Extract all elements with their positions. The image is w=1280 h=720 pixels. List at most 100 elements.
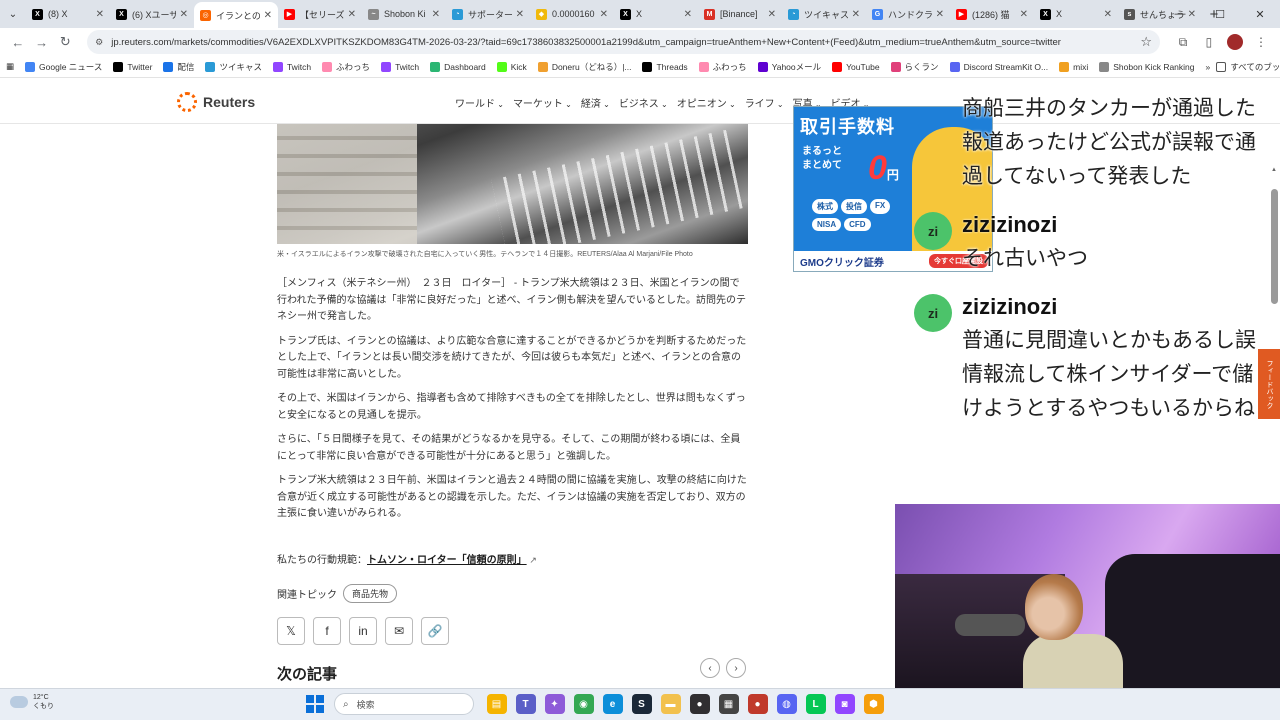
close-tab-icon[interactable]: ✕: [1104, 9, 1112, 20]
browser-tab[interactable]: X X ✕: [1034, 2, 1118, 26]
obs-icon[interactable]: ●: [689, 694, 710, 714]
close-tab-icon[interactable]: ✕: [852, 9, 860, 20]
close-tab-icon[interactable]: ✕: [96, 9, 104, 20]
tab-search-icon[interactable]: ⌄: [0, 1, 26, 27]
prev-arrow-icon[interactable]: ‹: [700, 658, 720, 678]
share-email-icon[interactable]: ✉: [385, 617, 413, 645]
bookmark-item[interactable]: Twitch: [272, 61, 311, 72]
bookmark-item[interactable]: Threads: [642, 61, 688, 72]
page-scrollbar[interactable]: [1271, 189, 1278, 304]
bookmark-item[interactable]: mixi: [1059, 61, 1088, 72]
close-tab-icon[interactable]: ✕: [1020, 9, 1028, 20]
bookmark-item[interactable]: Shobon Kick Ranking: [1099, 61, 1195, 72]
maximize-icon[interactable]: ☐: [1200, 8, 1240, 21]
reuters-logo[interactable]: Reuters: [177, 92, 255, 112]
bookmark-item[interactable]: Twitch: [381, 61, 419, 72]
trust-principles-link[interactable]: トムソン・ロイター「信頼の原則」: [367, 555, 527, 566]
chrome-icon[interactable]: ◉: [573, 694, 594, 714]
line-icon[interactable]: L: [805, 694, 826, 714]
copilot-icon[interactable]: ✦: [544, 694, 565, 714]
close-tab-icon[interactable]: ✕: [684, 9, 692, 20]
close-tab-icon[interactable]: ✕: [432, 9, 440, 20]
bookmark-item[interactable]: Discord StreamKit O...: [949, 61, 1048, 72]
nav-item[interactable]: ビジネス: [619, 95, 668, 110]
close-tab-icon[interactable]: ✕: [180, 9, 188, 20]
windows-start-icon[interactable]: [306, 695, 324, 713]
close-tab-icon[interactable]: ✕: [516, 9, 524, 20]
close-tab-icon[interactable]: ✕: [936, 9, 944, 20]
bookmark-item[interactable]: ふわっち: [698, 61, 747, 73]
bookmark-star-icon[interactable]: ☆: [1140, 34, 1152, 50]
teams-icon[interactable]: T: [515, 694, 536, 714]
close-tab-icon[interactable]: ✕: [348, 9, 356, 20]
share-x-icon[interactable]: 𝕏: [277, 617, 305, 645]
nav-item[interactable]: ライフ: [745, 95, 784, 110]
bookmark-item[interactable]: ツイキャス: [205, 61, 262, 73]
browser-tab[interactable]: ◔ サポーター ✕: [446, 2, 530, 26]
taskbar-search[interactable]: ⌕ 検索: [334, 693, 474, 715]
share-facebook-icon[interactable]: f: [313, 617, 341, 645]
bookmark-item[interactable]: Google ニュース: [25, 61, 102, 73]
reload-icon[interactable]: ↻: [53, 30, 77, 54]
browser-tab[interactable]: X X ✕: [614, 2, 698, 26]
bookmark-item[interactable]: YouTube: [832, 61, 880, 72]
bookmark-item[interactable]: らくラン: [890, 61, 939, 73]
nav-item[interactable]: オピニオン: [677, 95, 736, 110]
close-tab-icon[interactable]: ✕: [600, 9, 608, 20]
bookmark-item[interactable]: Dashboard: [430, 61, 486, 72]
bookmark-item[interactable]: Kick: [496, 61, 527, 72]
bookmark-favicon-icon: [832, 61, 843, 72]
browser-tab[interactable]: ▶ 【セリーズブー ✕: [278, 2, 362, 26]
scroll-up-icon[interactable]: ▲: [1271, 167, 1277, 173]
topic-chip[interactable]: 商品先物: [343, 584, 398, 603]
browser-tab[interactable]: ~ Shobon Ki ✕: [362, 2, 446, 26]
all-bookmarks-button[interactable]: すべてのブックマーク: [1216, 61, 1280, 73]
site-info-icon[interactable]: ⚙: [95, 37, 103, 48]
edge-icon[interactable]: e: [602, 694, 623, 714]
discord-icon[interactable]: ◍: [776, 694, 797, 714]
next-arrow-icon[interactable]: ›: [726, 658, 746, 678]
record-icon[interactable]: ●: [747, 694, 768, 714]
apps-grid-icon[interactable]: ▦: [6, 61, 14, 72]
weather-widget[interactable]: 12°C くもり: [10, 693, 54, 711]
close-tab-icon[interactable]: ✕: [768, 9, 776, 20]
copy-link-icon[interactable]: 🔗: [421, 617, 449, 645]
file-explorer-icon[interactable]: ▤: [486, 694, 507, 714]
close-tab-icon[interactable]: ✕: [264, 10, 272, 21]
calculator-icon[interactable]: ▦: [718, 694, 739, 714]
bookmarks-more-button[interactable]: »: [1206, 62, 1211, 72]
extensions-icon[interactable]: ⧉: [1170, 35, 1196, 50]
bookmark-item[interactable]: ふわっち: [322, 61, 370, 73]
close-window-icon[interactable]: ✕: [1240, 8, 1280, 21]
article-paragraph: トランプ氏は、イランとの協議は、より広範な合意に達することができるかどうかを判断…: [277, 335, 747, 380]
back-icon[interactable]: ←: [6, 30, 30, 54]
bookmark-item[interactable]: Doneru（どねる）|...: [537, 61, 631, 73]
folder-icon[interactable]: ▬: [660, 694, 681, 714]
app-icon[interactable]: ⬢: [863, 694, 884, 714]
bookmark-item[interactable]: Yahooメール: [757, 61, 821, 73]
browser-tab[interactable]: ◆ 0.0000160 ✕: [530, 2, 614, 26]
nav-item[interactable]: ワールド: [455, 95, 504, 110]
browser-tab[interactable]: X (6) Xユーザー ✕: [110, 2, 194, 26]
bookmark-item[interactable]: 配信: [163, 61, 194, 73]
browser-tab[interactable]: ◔ ツイキャス ✕: [782, 2, 866, 26]
browser-tab[interactable]: G ハンドクラッ ✕: [866, 2, 950, 26]
photo-caption: 米・イスラエルによるイラン攻撃で破壊された自宅に入っていく男性。テヘランで１４日…: [277, 251, 693, 258]
browser-tab[interactable]: ▶ (1286) 猫 ✕: [950, 2, 1034, 26]
browser-tab[interactable]: ◎ イランとの交 ✕: [194, 2, 278, 28]
browser-tab[interactable]: X (8) X ✕: [26, 2, 110, 26]
address-bar[interactable]: ⚙ jp.reuters.com/markets/commodities/V6A…: [87, 30, 1160, 54]
share-linkedin-icon[interactable]: in: [349, 617, 377, 645]
bookmark-item[interactable]: Twitter: [113, 61, 152, 72]
minimize-icon[interactable]: —: [1160, 8, 1200, 20]
url-text[interactable]: jp.reuters.com/markets/commodities/V6A2E…: [111, 37, 1134, 48]
nav-item[interactable]: マーケット: [513, 95, 572, 110]
menu-icon[interactable]: ⋮: [1248, 35, 1274, 49]
profile-avatar[interactable]: [1226, 34, 1243, 50]
twitch-app-icon[interactable]: ◙: [834, 694, 855, 714]
steam-icon[interactable]: S: [631, 694, 652, 714]
nav-item[interactable]: 経済: [581, 95, 610, 110]
sidebar-icon[interactable]: ▯: [1196, 35, 1222, 49]
browser-tab[interactable]: M [Binance] ✕: [698, 2, 782, 26]
forward-icon[interactable]: →: [30, 30, 54, 54]
